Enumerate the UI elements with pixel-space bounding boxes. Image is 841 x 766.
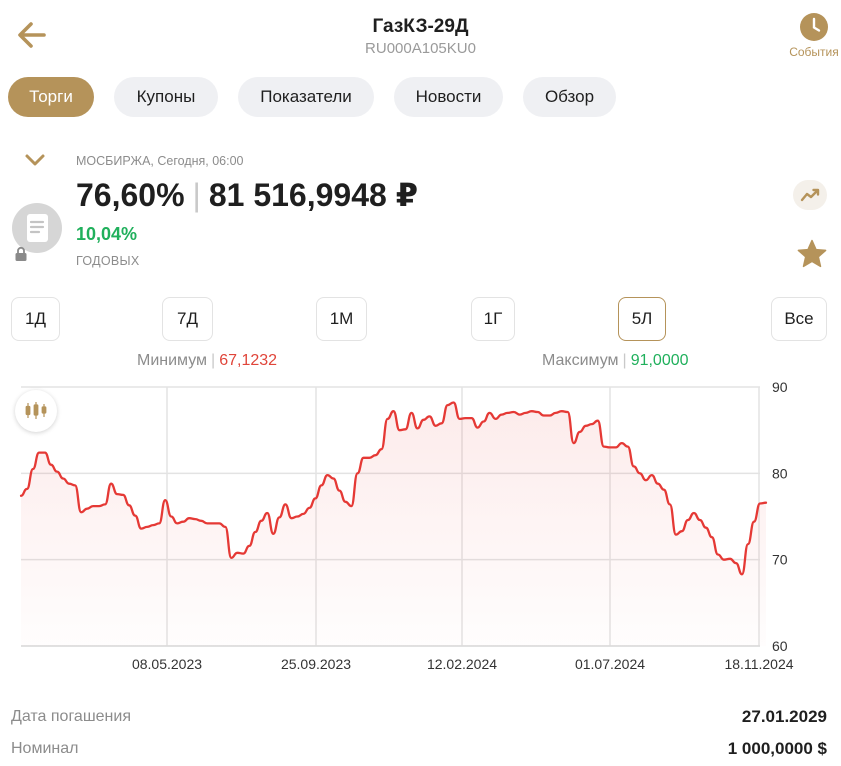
max-label: Максимум	[542, 352, 619, 369]
y-tick-label: 70	[772, 552, 788, 568]
expand-button[interactable]	[24, 152, 46, 168]
y-tick-label: 90	[772, 379, 788, 395]
lock-badge	[14, 246, 28, 267]
maturity-date-value: 27.01.2029	[741, 707, 827, 726]
yield-label: ГОДОВЫХ	[76, 254, 140, 268]
page-title: ГазКЗ-29Д	[372, 16, 469, 37]
x-axis: 08.05.2023 25.09.2023 12.02.2024 01.07.2024…	[132, 656, 794, 672]
tab-overview[interactable]: Обзор	[523, 77, 616, 117]
lock-icon	[15, 246, 27, 261]
events-label: События	[789, 45, 839, 59]
price-percent: 76,60%	[76, 177, 185, 213]
chevron-down-icon	[25, 154, 45, 166]
chart-type-toggle[interactable]	[15, 390, 57, 432]
trend-up-icon	[800, 188, 820, 202]
events-button[interactable]: События	[784, 12, 841, 59]
max-value: 91,0000	[630, 352, 689, 369]
nominal-value: 1 000,0000 $	[727, 739, 827, 758]
candlestick-icon	[25, 402, 47, 419]
y-tick-label: 80	[772, 465, 788, 481]
min-label: Минимум	[137, 352, 208, 369]
maturity-date-label: Дата погашения	[11, 708, 131, 725]
price-chart[interactable]: 90807060 08.05.2023 25.09.2023 12.02.2024 0…	[0, 375, 841, 680]
period-5y[interactable]: 5Л	[618, 297, 666, 341]
x-tick-label: 18.11.2024	[724, 656, 793, 672]
range-min: Минимум | 67,1232	[137, 352, 278, 369]
x-tick-label: 08.05.2023	[132, 656, 202, 672]
x-tick-label: 25.09.2023	[281, 656, 351, 672]
price-divider: |	[192, 177, 201, 213]
tab-indicators[interactable]: Показатели	[238, 77, 374, 117]
min-value: 67,1232	[219, 352, 278, 369]
exchange-timestamp: МОСБИРЖА, Сегодня, 06:00	[76, 154, 244, 168]
analytics-button[interactable]	[793, 180, 827, 210]
favorite-button[interactable]	[796, 238, 828, 270]
star-icon	[797, 239, 827, 268]
period-1m[interactable]: 1М	[316, 297, 367, 341]
x-tick-label: 01.07.2024	[575, 656, 645, 672]
nominal-label: Номинал	[11, 740, 79, 757]
tab-trading[interactable]: Торги	[8, 77, 94, 117]
tab-news[interactable]: Новости	[394, 77, 503, 117]
y-axis: 90 80 70 60	[772, 379, 788, 654]
price-line: 76,60% | 81 516,9948 ₽	[76, 176, 418, 214]
period-7d[interactable]: 7Д	[162, 297, 213, 341]
chart-area-fill	[21, 402, 766, 646]
y-tick-label: 60	[772, 638, 788, 654]
period-1y[interactable]: 1Г	[471, 297, 515, 341]
price-rub: 81 516,9948 ₽	[208, 177, 418, 213]
tab-coupons[interactable]: Купоны	[114, 77, 218, 117]
range-max: Максимум | 91,0000	[542, 352, 689, 369]
x-tick-label: 12.02.2024	[427, 656, 497, 672]
isin-code: RU000A105KU0	[365, 40, 476, 57]
period-all[interactable]: Все	[771, 297, 827, 341]
period-1d[interactable]: 1Д	[11, 297, 60, 341]
clock-icon	[800, 13, 828, 41]
yield-value: 10,04%	[76, 224, 138, 244]
